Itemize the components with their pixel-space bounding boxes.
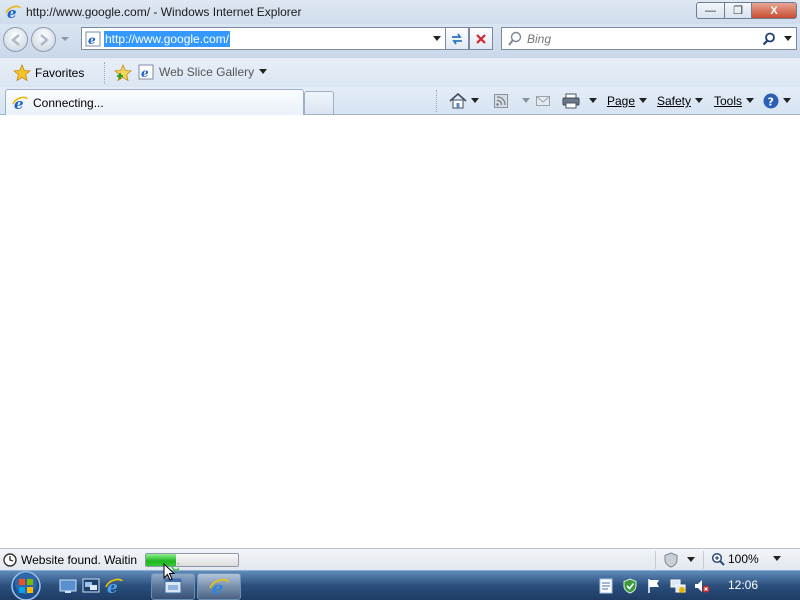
restore-icon: ❐ <box>733 5 743 17</box>
action-center-flag-icon[interactable] <box>646 578 662 594</box>
help-menu[interactable]: ? <box>763 92 791 110</box>
print-dropdown-icon[interactable] <box>589 98 597 104</box>
stop-button[interactable] <box>469 27 493 50</box>
favorites-bar: Favorites e Web Slice Gallery <box>0 57 800 87</box>
svg-text:?: ? <box>768 96 774 109</box>
maximize-button[interactable]: ❐ <box>725 2 752 19</box>
status-separator <box>655 551 656 569</box>
recent-pages-dropdown-icon[interactable] <box>60 34 70 44</box>
address-url-text[interactable]: http://www.google.com/ <box>104 30 231 47</box>
web-slice-gallery-link[interactable]: e Web Slice Gallery <box>138 64 268 80</box>
forward-button[interactable] <box>31 27 56 52</box>
progress-bar <box>145 553 239 567</box>
back-button[interactable] <box>3 27 28 52</box>
notification-document-icon[interactable] <box>598 578 614 594</box>
loading-clock-icon <box>3 552 17 567</box>
window-title: http://www.google.com/ - Windows Interne… <box>26 5 302 19</box>
tools-dropdown-icon <box>746 98 755 103</box>
page-content-area[interactable] <box>0 116 800 548</box>
network-icon[interactable] <box>670 578 686 594</box>
tools-menu-label: Tools <box>714 94 743 108</box>
stop-x-icon <box>476 33 486 44</box>
search-input[interactable] <box>527 31 757 46</box>
address-bar[interactable]: e http://www.google.com/ <box>81 27 446 50</box>
help-icon: ? <box>763 93 779 109</box>
switch-windows-icon[interactable] <box>82 577 100 595</box>
ie-quick-launch-icon[interactable]: e <box>105 577 123 595</box>
zone-dropdown-icon <box>687 557 695 562</box>
page-ie-icon: e <box>85 31 101 47</box>
taskbar-clock[interactable]: 12:06 <box>728 578 758 592</box>
add-to-favorites-bar-icon[interactable] <box>114 64 132 82</box>
safety-menu-label: Safety <box>657 94 692 108</box>
tab-current[interactable]: e Connecting... <box>5 89 304 115</box>
web-slice-dropdown-icon <box>259 69 268 74</box>
feeds-button[interactable] <box>494 92 530 110</box>
close-button[interactable]: X <box>752 2 797 19</box>
zoom-dropdown-icon <box>772 556 781 561</box>
command-separator <box>436 90 437 112</box>
start-orb-icon[interactable] <box>6 571 46 600</box>
page-menu[interactable]: Page <box>607 92 648 110</box>
status-bar: Website found. Waitin 100% <box>0 548 800 570</box>
refresh-button[interactable] <box>445 27 469 50</box>
close-icon: X <box>770 4 778 17</box>
search-options-dropdown-icon[interactable] <box>784 36 792 42</box>
home-button[interactable] <box>449 92 479 110</box>
ie-logo-icon: e <box>5 4 21 20</box>
home-icon <box>449 93 467 109</box>
ie-taskbar-icon: e <box>209 578 229 597</box>
back-arrow-icon <box>11 34 20 46</box>
security-shield-check-icon[interactable] <box>622 578 638 594</box>
safety-menu[interactable]: Safety <box>657 92 704 110</box>
search-box[interactable] <box>501 27 797 50</box>
protected-mode-indicator[interactable] <box>663 552 695 568</box>
favorites-separator <box>104 62 105 84</box>
new-tab-button[interactable] <box>304 91 334 114</box>
favorites-label: Favorites <box>35 66 85 80</box>
zoom-level: 100% <box>728 552 759 566</box>
mail-icon <box>536 96 550 106</box>
status-separator <box>703 551 704 569</box>
help-dropdown-icon <box>783 98 791 103</box>
mouse-pointer-icon <box>163 563 179 581</box>
rss-feed-icon <box>494 94 508 108</box>
refresh-icon <box>452 33 462 44</box>
search-provider-icon <box>508 31 522 46</box>
svg-text:e: e <box>88 33 96 47</box>
navigation-bar: e http://www.google.com/ <box>0 24 800 57</box>
print-button[interactable] <box>562 92 597 110</box>
search-icon[interactable] <box>762 32 776 46</box>
minimize-button[interactable]: — <box>696 2 725 19</box>
feeds-dropdown-icon[interactable] <box>522 98 530 104</box>
minimize-icon: — <box>705 4 716 17</box>
favorites-button[interactable]: Favorites <box>13 63 84 83</box>
zoom-control[interactable]: 100% <box>711 552 781 566</box>
tab-and-command-bar: e Connecting... Page Safety Tools ? <box>0 87 800 115</box>
security-zone-icon <box>664 552 678 568</box>
volume-muted-icon[interactable] <box>694 578 710 594</box>
forward-arrow-icon <box>40 34 49 46</box>
show-desktop-icon[interactable] <box>59 577 77 595</box>
status-text: Website found. Waitin <box>21 552 138 567</box>
zoom-icon <box>711 552 725 566</box>
address-dropdown-icon[interactable] <box>433 36 441 42</box>
tab-ie-icon: e <box>12 95 28 111</box>
safety-dropdown-icon <box>695 98 704 103</box>
favorites-star-icon <box>13 64 31 82</box>
read-mail-button[interactable] <box>536 92 550 110</box>
tab-title: Connecting... <box>33 95 104 110</box>
taskbar: e e 12:06 <box>0 570 800 600</box>
title-bar: e http://www.google.com/ - Windows Inter… <box>0 0 800 24</box>
web-slice-ie-icon: e <box>138 64 154 80</box>
page-menu-label: Page <box>607 94 636 108</box>
tools-menu[interactable]: Tools <box>714 92 755 110</box>
home-dropdown-icon[interactable] <box>471 98 479 104</box>
window-controls: — ❐ X <box>696 2 797 19</box>
printer-icon <box>562 93 580 109</box>
web-slice-gallery-label: Web Slice Gallery <box>159 65 255 79</box>
svg-text:e: e <box>141 66 149 80</box>
page-dropdown-icon <box>639 98 648 103</box>
taskbar-internet-explorer-button[interactable]: e <box>197 573 241 600</box>
